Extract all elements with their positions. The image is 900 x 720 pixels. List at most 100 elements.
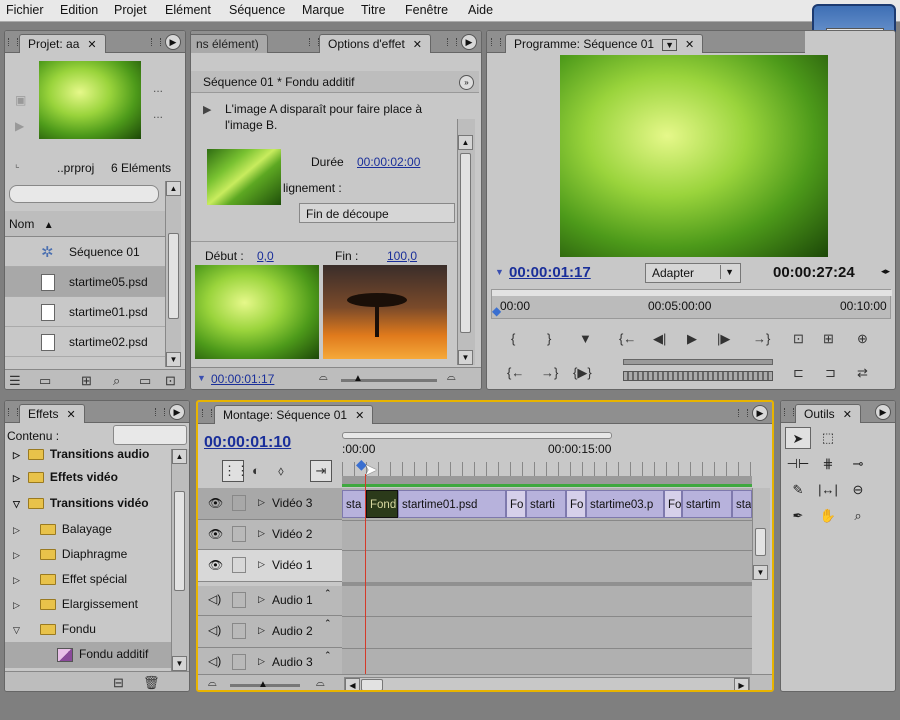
expand-arrow-icon[interactable]: ▷ xyxy=(258,656,265,667)
rate-stretch-tool-icon[interactable]: ⊸ xyxy=(845,453,871,475)
expand-arrow-icon[interactable]: ▷ xyxy=(258,497,265,508)
lock-toggle[interactable] xyxy=(232,557,246,573)
marker-icon[interactable]: ▼ xyxy=(579,331,592,346)
list-item[interactable]: startime05.psd xyxy=(5,267,165,297)
tab-project[interactable]: Projet: aa ✕ xyxy=(19,34,106,53)
speaker-icon[interactable]: ◁) xyxy=(208,623,221,637)
alignment-select[interactable]: Fin de découpe xyxy=(299,203,455,223)
slip-tool-icon[interactable]: |↔| xyxy=(815,479,841,501)
new-item-icon[interactable]: ⊡ xyxy=(165,373,176,389)
horizontal-scrollbar[interactable]: ◀ ▶ xyxy=(344,677,750,690)
effects-search-input[interactable] xyxy=(113,425,187,445)
tab-effects[interactable]: Effets ✕ xyxy=(19,404,85,423)
extract-icon[interactable]: ⊞ xyxy=(823,331,834,347)
fit-select[interactable]: Adapter ▼ xyxy=(645,263,741,283)
close-icon[interactable]: ✕ xyxy=(413,39,422,51)
lift-icon[interactable]: ⊡ xyxy=(793,331,804,347)
list-item[interactable]: ▽ Transitions vidéo xyxy=(5,491,171,515)
output-icon[interactable]: ⊐ xyxy=(825,365,836,381)
tracks-scrollbar[interactable]: ▼ xyxy=(752,488,770,580)
expand-arrow-icon[interactable]: ▷ xyxy=(258,528,265,539)
list-item[interactable]: startime02.psd xyxy=(5,327,165,357)
zoom-to-sequence-icon[interactable]: ⇥ xyxy=(310,460,332,482)
track-header-audio-1[interactable]: ◁) ▷ Audio 1 ⌃ xyxy=(198,586,342,616)
scroll-thumb[interactable] xyxy=(168,233,179,319)
expand-arrow-icon[interactable]: ▷ xyxy=(258,625,265,636)
step-back-icon[interactable]: ◀| xyxy=(653,331,666,347)
playhead-line[interactable] xyxy=(365,474,366,678)
chevron-down-icon[interactable]: ▼ xyxy=(662,39,678,51)
zoom-tool-icon[interactable]: ⌕ xyxy=(845,505,871,527)
find-icon[interactable]: ⌕ xyxy=(113,373,120,389)
scroll-up-icon[interactable]: ▲ xyxy=(458,135,473,150)
menu-aide[interactable]: Aide xyxy=(468,3,493,17)
program-timecode[interactable]: 00:00:01:17 xyxy=(509,264,591,281)
set-marker-icon[interactable]: ◐ xyxy=(252,463,260,478)
menu-edition[interactable]: Edition xyxy=(60,3,98,17)
lock-toggle[interactable] xyxy=(232,526,246,542)
lock-toggle[interactable] xyxy=(232,654,246,670)
play-icon[interactable]: ▶ xyxy=(687,331,697,347)
ripple-edit-tool-icon[interactable]: ⊣⊢ xyxy=(785,453,811,475)
end-value[interactable]: 100,0 xyxy=(387,249,417,263)
poster-frame-icon[interactable]: ▣ xyxy=(15,93,26,107)
timeline-clip[interactable]: starti xyxy=(526,490,566,518)
list-item[interactable]: ✲ Séquence 01 xyxy=(5,237,165,267)
start-value[interactable]: 0,0 xyxy=(257,249,274,263)
panel-menu-icon[interactable]: ▶ xyxy=(169,404,185,420)
zoom-thumb-icon[interactable]: ▲ xyxy=(258,679,268,690)
selection-tool-icon[interactable]: ➤ xyxy=(785,427,811,449)
expand-arrow-icon[interactable]: ▷ xyxy=(258,594,265,605)
duration-value[interactable]: 00:00:02:00 xyxy=(357,155,420,169)
menu-fichier[interactable]: Fichier xyxy=(6,3,44,17)
zoom-out-icon[interactable]: ⌓ xyxy=(319,371,328,384)
track-header-video-3[interactable]: 👁 ▷ Vidéo 3 xyxy=(198,488,342,520)
new-bin-icon[interactable]: ▭ xyxy=(139,373,151,389)
timeline-ruler[interactable]: :00:00 00:00:15:00 ◆ ➤ xyxy=(342,432,752,488)
track-header-video-2[interactable]: 👁 ▷ Vidéo 2 xyxy=(198,520,342,550)
razor-tool-icon[interactable]: ✎ xyxy=(785,479,811,501)
delete-icon[interactable]: 🗑 xyxy=(143,675,160,691)
panel-menu-icon[interactable]: ▶ xyxy=(752,405,768,421)
hand-tool-icon[interactable]: ✋ xyxy=(815,505,841,527)
scroll-left-icon[interactable]: ◀ xyxy=(345,678,360,690)
timeline-transition[interactable]: Fond xyxy=(366,490,398,518)
list-item[interactable]: startime01.psd xyxy=(5,297,165,327)
tab-timeline[interactable]: Montage: Séquence 01 ✕ xyxy=(214,405,374,424)
timeline-timecode[interactable]: 00:00:01:10 xyxy=(204,434,291,452)
lock-toggle[interactable] xyxy=(232,495,246,511)
list-item[interactable]: ▷ Balayage xyxy=(5,517,171,541)
close-icon[interactable]: ✕ xyxy=(66,409,75,421)
zoom-out-icon[interactable]: ⌓ xyxy=(208,677,217,690)
scroll-thumb[interactable] xyxy=(460,153,471,333)
effects-scrollbar[interactable]: ▲ ▼ xyxy=(171,449,189,671)
lock-toggle[interactable] xyxy=(232,592,246,608)
menu-element[interactable]: Elément xyxy=(165,3,211,17)
scroll-down-icon[interactable]: ▼ xyxy=(458,350,473,365)
eye-icon[interactable]: 👁 xyxy=(208,527,223,541)
expand-arrow-icon[interactable]: ▷ xyxy=(258,559,265,570)
trim-icon[interactable]: ⊏ xyxy=(793,365,804,381)
new-bin-icon[interactable]: ⊟ xyxy=(113,675,124,691)
zoom-in-icon[interactable]: ⌓ xyxy=(447,371,456,384)
lock-toggle[interactable] xyxy=(232,623,246,639)
step-forward-icon[interactable]: |▶ xyxy=(717,331,730,347)
scroll-thumb[interactable] xyxy=(174,491,185,591)
play-preview-icon[interactable]: ▶ xyxy=(15,119,24,133)
scroll-up-icon[interactable]: ▲ xyxy=(172,449,187,464)
timeline-clip[interactable]: startim xyxy=(682,490,732,518)
automate-icon[interactable]: ⊞ xyxy=(81,373,92,389)
scroll-thumb[interactable] xyxy=(755,528,766,556)
list-item[interactable]: ▷ Elargissement xyxy=(5,592,171,616)
panel-menu-icon[interactable]: ▶ xyxy=(165,34,181,50)
jog-wheel[interactable] xyxy=(623,371,773,381)
timeline-transition[interactable]: Fo xyxy=(566,490,586,518)
timeline-clip[interactable]: startime01.psd xyxy=(398,490,506,518)
effect-scrollbar[interactable]: ▲ ▼ xyxy=(457,119,475,365)
track-select-tool-icon[interactable]: ⬚ xyxy=(815,427,841,449)
menu-projet[interactable]: Projet xyxy=(114,3,147,17)
timeline-clip[interactable]: startime03.p xyxy=(586,490,664,518)
close-icon[interactable]: ✕ xyxy=(87,39,96,51)
go-to-out-icon[interactable]: →} xyxy=(753,331,770,346)
go-to-next-edit-icon[interactable]: →} xyxy=(541,365,558,380)
